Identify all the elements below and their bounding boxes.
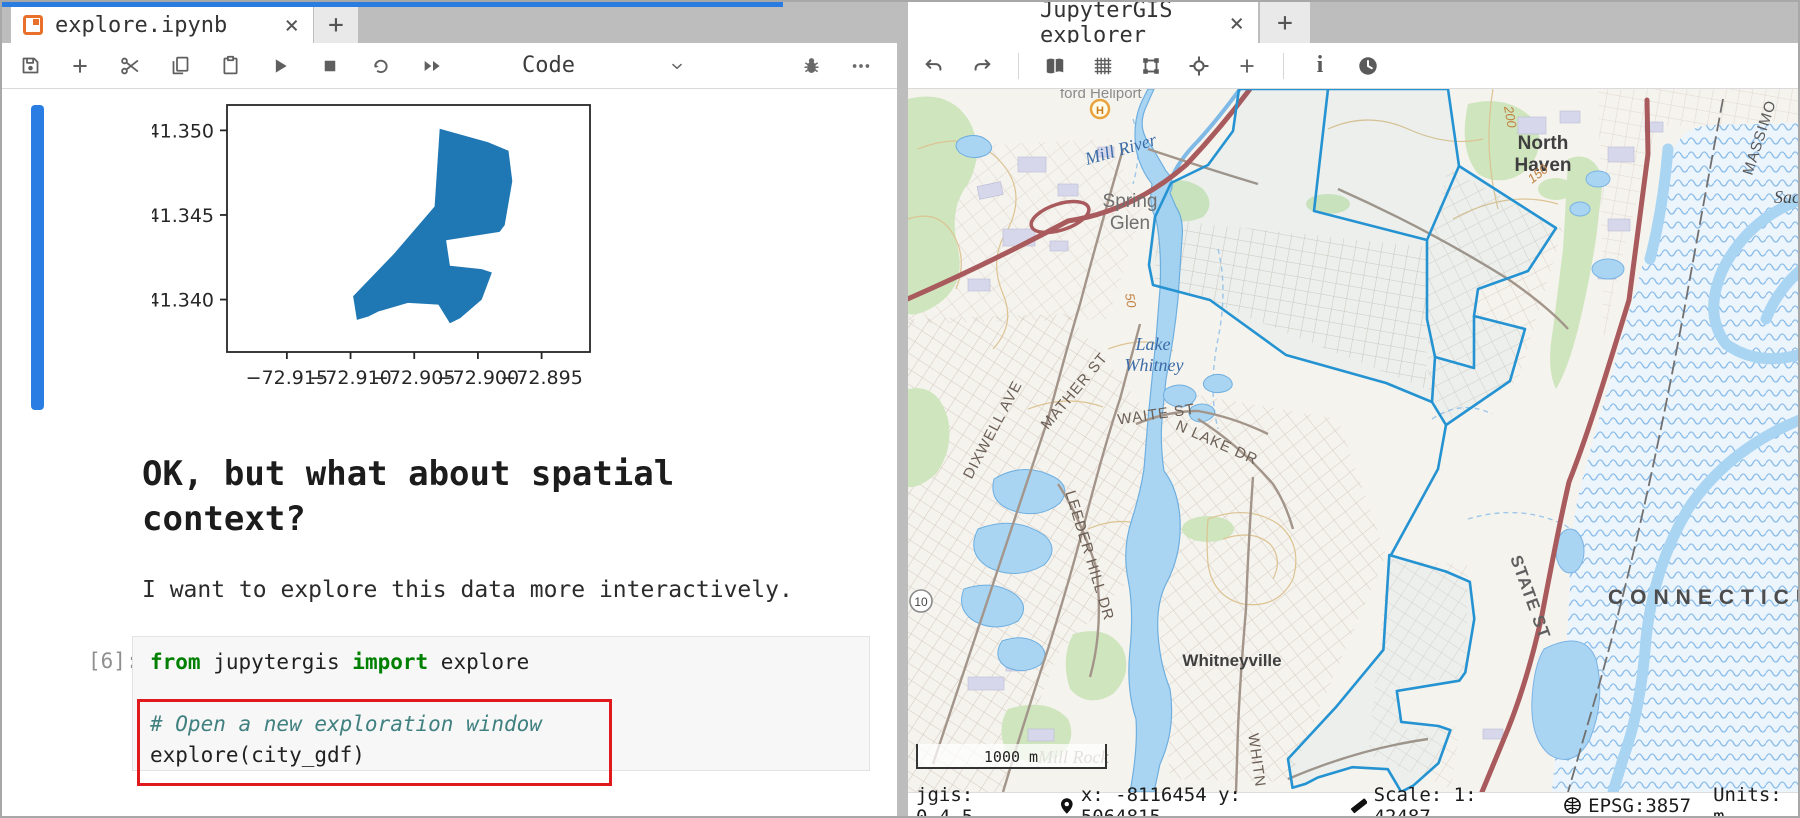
debugger-bug-icon[interactable] [799, 51, 823, 81]
select-extent-icon[interactable] [1139, 51, 1163, 81]
jupytergis-panel: JupyterGIS explorer × + i ford Heliport … [908, 2, 1800, 816]
pointer-coordinates: x: -8116454 y: 5064815 [1060, 784, 1325, 816]
copy-cells-button[interactable] [168, 51, 192, 81]
new-tab-button[interactable]: + [314, 7, 358, 43]
code-line-explore: explore(city_gdf) [150, 743, 365, 767]
jupyterlab-window: explore.ipynb × + Code −72.915 −72.910 −… [0, 0, 1800, 818]
geolocation-target-icon[interactable] [1187, 51, 1211, 81]
stop-kernel-button[interactable] [318, 51, 342, 81]
paste-cells-button[interactable] [218, 51, 242, 81]
cut-cells-button[interactable] [118, 51, 142, 81]
chevron-down-icon[interactable] [665, 51, 689, 81]
undo-button[interactable] [922, 51, 946, 81]
redo-button[interactable] [970, 51, 994, 81]
svg-text:1000 m: 1000 m [984, 748, 1038, 766]
helipad-icon: H [1089, 98, 1111, 120]
gis-map-viewport[interactable]: ford Heliport H Mill River Spring Glen N… [908, 89, 1800, 792]
execution-count: [6]: [88, 649, 139, 673]
new-tab-button[interactable]: + [1260, 2, 1310, 43]
svg-text:41.340: 41.340 [152, 290, 214, 312]
notebook-tabbar: explore.ipynb × + [2, 2, 897, 43]
restart-kernel-button[interactable] [368, 51, 392, 81]
sackett-label: Sacke [1774, 187, 1800, 207]
map-scalebar: 1000 m [916, 744, 1107, 769]
run-all-button[interactable] [418, 51, 448, 81]
svg-text:Glen: Glen [1110, 213, 1150, 234]
gis-statusbar: jgis: 0.4.5 x: -8116454 y: 5064815 Scale… [908, 784, 1798, 816]
add-layer-button[interactable] [1235, 51, 1259, 81]
identify-info-icon[interactable]: i [1308, 51, 1332, 81]
matplotlib-output-plot: −72.915 −72.910 −72.905 −72.900 −72.895 41.34… [148, 100, 632, 410]
plot-canvas: −72.915−72.910−72.905−72.900−72.89541.34… [148, 104, 591, 389]
panel-split-handle[interactable] [897, 2, 908, 816]
run-cell-button[interactable] [268, 51, 292, 81]
cell-type-select[interactable]: Code [522, 53, 575, 78]
whitneyville-label: Whitneyville [1182, 651, 1281, 670]
code-cell-input[interactable]: from jupytergis import explore # Open a … [132, 636, 870, 771]
location-pin-icon [1061, 797, 1073, 814]
close-icon[interactable]: × [285, 11, 299, 39]
svg-text:Whitney: Whitney [1125, 355, 1184, 375]
svg-text:41.345: 41.345 [152, 205, 214, 227]
code-line-import: from jupytergis import explore [150, 650, 530, 674]
markdown-paragraph: I want to explore this data more interac… [142, 577, 793, 603]
code-line-comment: # Open a new exploration window [150, 712, 542, 736]
tab-title: JupyterGIS explorer [1040, 2, 1173, 48]
ruler-icon [1351, 797, 1367, 813]
tab-jupytergis-explorer[interactable]: JupyterGIS explorer × [908, 2, 1258, 48]
more-options-icon[interactable] [849, 51, 873, 81]
svg-text:41.350: 41.350 [152, 120, 214, 142]
connecticut-label: CONNECTICU [1608, 586, 1800, 609]
notebook-panel: explore.ipynb × + Code −72.915 −72.910 −… [2, 2, 897, 816]
temporal-clock-icon[interactable] [1356, 51, 1380, 81]
tab-explore-ipynb[interactable]: explore.ipynb × [11, 7, 313, 43]
notebook-content: −72.915 −72.910 −72.905 −72.900 −72.895 41.34… [2, 89, 897, 816]
notebook-toolbar: Code [2, 43, 897, 89]
insert-cell-button[interactable] [68, 51, 92, 81]
gis-tabbar: JupyterGIS explorer × + [908, 2, 1798, 48]
projection-epsg[interactable]: EPSG:3857 [1564, 795, 1691, 816]
spring-glen-label: Spring [1103, 191, 1158, 212]
route-10-shield: 10 [909, 589, 933, 613]
map-scale: Scale: 1: 42487 [1349, 784, 1540, 816]
grid-layer-icon[interactable] [1091, 51, 1115, 81]
close-icon[interactable]: × [1230, 9, 1244, 37]
markdown-heading: OK, but what about spatial context? [142, 454, 675, 539]
tab-title: explore.ipynb [55, 12, 228, 38]
lake-whitney-label: Lake [1135, 334, 1171, 354]
notebook-icon [23, 15, 43, 35]
svg-text:10: 10 [914, 595, 928, 609]
basemap-book-icon[interactable] [1043, 51, 1067, 81]
active-cell-collapser[interactable] [31, 105, 44, 410]
north-haven-label: North [1518, 133, 1569, 154]
jgis-version: jgis: 0.4.5 [916, 783, 974, 818]
map-units: Units: m [1713, 783, 1782, 818]
globe-icon [1564, 797, 1581, 814]
gis-toolbar: i [908, 43, 1798, 89]
save-button[interactable] [18, 51, 42, 81]
svg-text:−72.895: −72.895 [500, 367, 582, 389]
svg-text:H: H [1096, 105, 1104, 117]
